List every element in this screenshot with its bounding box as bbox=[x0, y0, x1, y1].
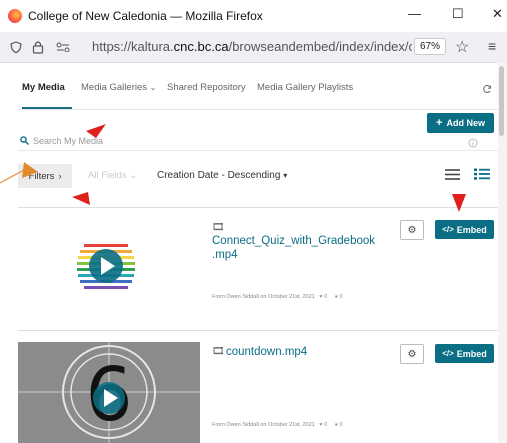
comments-count: 0 bbox=[339, 294, 343, 300]
embed-button[interactable]: </> Embed bbox=[435, 344, 494, 363]
embed-label: Embed bbox=[456, 348, 487, 359]
search-input[interactable]: Search My Media bbox=[33, 136, 103, 146]
media-meta-text: From Owen Siddall on October 21st, 2021 bbox=[212, 294, 315, 300]
likes-count: 0 bbox=[324, 294, 328, 300]
url-prefix: https://kaltura. bbox=[92, 39, 174, 54]
sort-label: Creation Date - Descending bbox=[157, 170, 281, 181]
red-arrow-icon bbox=[72, 192, 90, 205]
likes-count: 0 bbox=[324, 422, 328, 428]
media-item: 🎞 Connect_Quiz_with_Gradebook .mp4 From … bbox=[18, 218, 498, 318]
detailed-view-icon[interactable] bbox=[474, 168, 490, 180]
comment-icon: ● bbox=[334, 294, 338, 300]
tab-media-galleries-label: Media Galleries bbox=[81, 82, 147, 93]
list-divider bbox=[18, 207, 498, 208]
chevron-down-icon: ⌄ bbox=[129, 170, 138, 181]
close-button[interactable]: ✕ bbox=[492, 6, 503, 22]
video-type-icon: 🎞 bbox=[212, 222, 225, 233]
embed-button[interactable]: </> Embed bbox=[435, 220, 494, 239]
gear-icon: ⚙ bbox=[407, 348, 417, 360]
media-title-link[interactable]: countdown.mp4 bbox=[226, 345, 307, 359]
maximize-button[interactable]: ☐ bbox=[452, 6, 464, 22]
url-text[interactable]: https://kaltura.cnc.bc.ca/browseandembed… bbox=[92, 39, 412, 54]
lock-icon[interactable] bbox=[32, 40, 44, 54]
zoom-level-badge[interactable]: 67% bbox=[414, 38, 447, 55]
search-underline bbox=[18, 150, 498, 151]
url-path: /browseandembed/index/index/catnai bbox=[228, 39, 412, 54]
search-box[interactable]: Search My Media bbox=[20, 136, 103, 146]
nav-divider bbox=[18, 109, 498, 110]
heart-icon: ♥ bbox=[319, 422, 323, 428]
tab-media-galleries[interactable]: Media Galleries ⌄ bbox=[81, 82, 156, 93]
plus-icon: + bbox=[436, 117, 443, 129]
shield-icon[interactable] bbox=[10, 41, 22, 53]
red-arrow-icon bbox=[452, 194, 466, 212]
all-fields-dropdown[interactable]: All Fields ⌄ bbox=[88, 170, 137, 181]
filters-label: Filters bbox=[28, 170, 55, 182]
media-item: 6 🎞 countdown.mp4 From Owen Siddall on O… bbox=[18, 342, 498, 443]
scrollbar-thumb[interactable] bbox=[499, 66, 504, 136]
media-title-line1: Connect_Quiz_with_Gradebook bbox=[212, 235, 376, 247]
firefox-logo-icon bbox=[8, 9, 22, 23]
add-new-label: Add New bbox=[446, 118, 485, 128]
comment-icon: ● bbox=[334, 422, 338, 428]
address-bar[interactable]: https://kaltura.cnc.bc.ca/browseandembed… bbox=[0, 32, 507, 63]
permissions-icon[interactable] bbox=[56, 42, 70, 52]
heart-icon: ♥ bbox=[319, 294, 323, 300]
media-title-link[interactable]: Connect_Quiz_with_Gradebook .mp4 bbox=[212, 234, 375, 262]
video-thumbnail[interactable] bbox=[18, 218, 198, 318]
tab-my-media[interactable]: My Media bbox=[22, 82, 65, 93]
video-type-icon: 🎞 bbox=[212, 346, 225, 357]
refresh-icon[interactable] bbox=[482, 84, 492, 94]
chevron-down-icon: ▾ bbox=[283, 171, 288, 180]
window-titlebar: College of New Caledonia — Mozilla Firef… bbox=[0, 0, 507, 32]
list-divider bbox=[18, 330, 498, 331]
tab-media-gallery-playlists[interactable]: Media Gallery Playlists bbox=[257, 82, 353, 93]
media-meta-text: From Owen Siddall on October 21st, 2021 bbox=[212, 422, 315, 428]
tab-shared-repository[interactable]: Shared Repository bbox=[167, 82, 246, 93]
media-meta: From Owen Siddall on October 21st, 2021 … bbox=[212, 422, 343, 428]
media-title-line2: .mp4 bbox=[212, 249, 238, 261]
url-domain: cnc.bc.ca bbox=[173, 39, 229, 54]
window-title: College of New Caledonia — Mozilla Firef… bbox=[28, 9, 263, 23]
all-fields-label: All Fields bbox=[88, 170, 127, 181]
add-new-button[interactable]: + Add New bbox=[427, 113, 494, 133]
video-thumbnail[interactable]: 6 bbox=[18, 342, 200, 443]
info-icon[interactable] bbox=[468, 138, 478, 148]
code-icon: </> bbox=[442, 349, 454, 358]
settings-button[interactable]: ⚙ bbox=[400, 220, 424, 240]
gear-icon: ⚙ bbox=[407, 224, 417, 236]
settings-button[interactable]: ⚙ bbox=[400, 344, 424, 364]
chevron-down-icon: ⌄ bbox=[149, 83, 157, 92]
chevron-right-icon: › bbox=[58, 171, 62, 181]
menu-icon[interactable]: ≡ bbox=[488, 38, 496, 54]
media-meta: From Owen Siddall on October 21st, 2021 … bbox=[212, 294, 343, 300]
minimize-button[interactable]: — bbox=[408, 6, 421, 21]
code-icon: </> bbox=[442, 225, 454, 234]
filters-button[interactable]: Filters › bbox=[18, 164, 72, 188]
sort-dropdown[interactable]: Creation Date - Descending ▾ bbox=[157, 170, 287, 181]
comments-count: 0 bbox=[339, 422, 343, 428]
bookmark-star-icon[interactable]: ☆ bbox=[455, 37, 469, 57]
search-icon bbox=[20, 136, 29, 145]
list-view-icon[interactable] bbox=[445, 169, 460, 180]
embed-label: Embed bbox=[456, 224, 487, 235]
